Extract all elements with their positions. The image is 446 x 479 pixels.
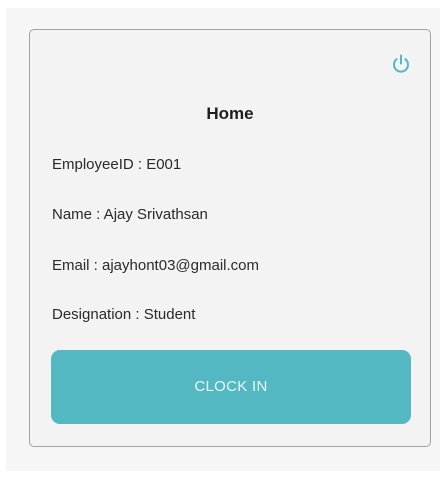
designation-label: Designation : Student xyxy=(52,306,196,323)
name-label: Name : Ajay Srivathsan xyxy=(52,206,208,223)
employee-id-label: EmployeeID : E001 xyxy=(52,156,182,173)
email-label: Email : ajayhont03@gmail.com xyxy=(52,257,259,274)
clock-in-button[interactable]: CLOCK IN xyxy=(51,350,411,424)
home-card: Home EmployeeID : E001 Name : Ajay Sriva… xyxy=(29,29,431,447)
page-title: Home xyxy=(206,104,254,123)
power-icon[interactable] xyxy=(389,52,413,76)
